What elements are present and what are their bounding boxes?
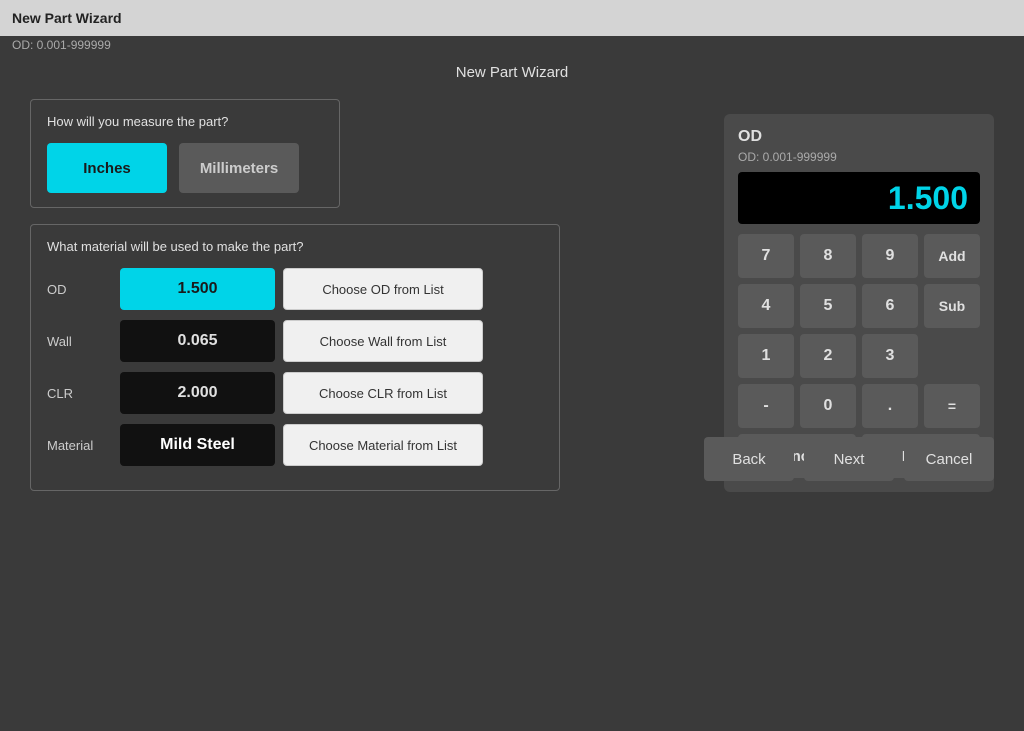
num-8[interactable]: 8 [800,234,856,278]
numpad-title: OD [738,128,980,146]
num-9[interactable]: 9 [862,234,918,278]
wall-row: Wall 0.065 Choose Wall from List [47,320,543,362]
material-label: Material [47,438,112,453]
title-bar: New Part Wizard [0,0,1024,36]
numpad-panel: OD OD: 0.001-999999 1.500 7 8 9 Add 4 5 … [724,114,994,492]
od-value[interactable]: 1.500 [120,268,275,310]
od-row: OD 1.500 Choose OD from List [47,268,543,310]
num-4[interactable]: 4 [738,284,794,328]
material-section: What material will be used to make the p… [30,224,560,491]
back-button[interactable]: Back [704,437,794,481]
add-button[interactable]: Add [924,234,980,278]
top-info: OD: 0.001-999999 [0,36,1024,54]
num-3[interactable]: 3 [862,334,918,378]
choose-wall-button[interactable]: Choose Wall from List [283,320,483,362]
num-5[interactable]: 5 [800,284,856,328]
clr-row: CLR 2.000 Choose CLR from List [47,372,543,414]
next-button[interactable]: Next [804,437,894,481]
num-dot[interactable]: . [862,384,918,428]
material-value[interactable]: Mild Steel [120,424,275,466]
choose-material-button[interactable]: Choose Material from List [283,424,483,466]
numpad-range: OD: 0.001-999999 [738,150,980,164]
main-content: New Part Wizard How will you measure the… [0,54,1024,501]
inches-button[interactable]: Inches [47,143,167,193]
clr-value[interactable]: 2.000 [120,372,275,414]
sub-button[interactable]: Sub [924,284,980,328]
num-1[interactable]: 1 [738,334,794,378]
num-2[interactable]: 2 [800,334,856,378]
choose-clr-button[interactable]: Choose CLR from List [283,372,483,414]
numpad-display: 1.500 [738,172,980,224]
millimeters-button[interactable]: Millimeters [179,143,299,193]
material-row: Material Mild Steel Choose Material from… [47,424,543,466]
measure-buttons: Inches Millimeters [47,143,323,193]
numpad-display-value: 1.500 [888,180,968,217]
clr-label: CLR [47,386,112,401]
material-question: What material will be used to make the p… [47,239,543,254]
choose-od-button[interactable]: Choose OD from List [283,268,483,310]
measure-question: How will you measure the part? [47,114,323,129]
equals-button[interactable]: = [924,384,980,428]
measure-section: How will you measure the part? Inches Mi… [30,99,340,208]
cancel-button[interactable]: Cancel [904,437,994,481]
numpad-grid: 7 8 9 Add 4 5 6 Sub 1 2 3 - 0 . = [738,234,980,428]
num-6[interactable]: 6 [862,284,918,328]
wall-label: Wall [47,334,112,349]
num-0[interactable]: 0 [800,384,856,428]
num-minus[interactable]: - [738,384,794,428]
od-label: OD [47,282,112,297]
page-title: New Part Wizard [30,64,994,81]
num-7[interactable]: 7 [738,234,794,278]
app-title: New Part Wizard [12,10,122,26]
bottom-nav: Back Next Cancel [704,437,994,481]
wall-value[interactable]: 0.065 [120,320,275,362]
